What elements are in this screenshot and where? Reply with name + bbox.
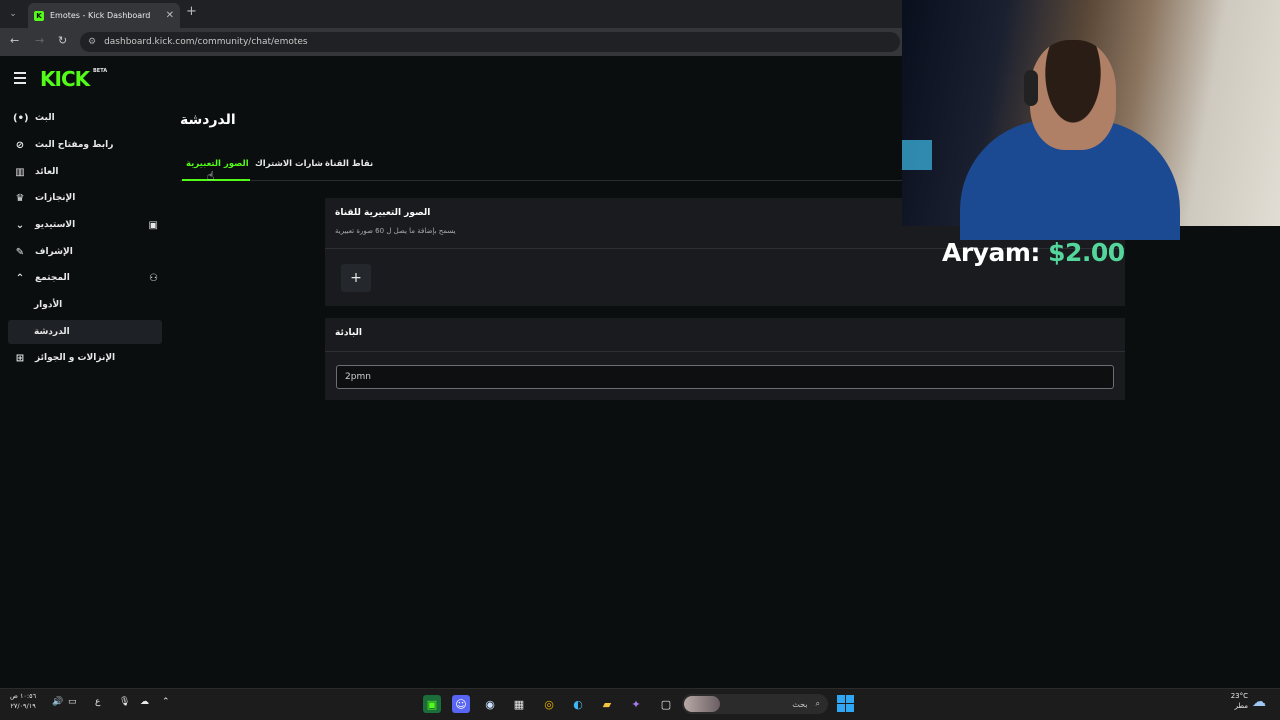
sidebar-item-label: البث: [35, 113, 55, 123]
tab-emotes[interactable]: الصور التعبيرية: [186, 159, 249, 169]
prefix-input[interactable]: 2pmn: [336, 365, 1114, 389]
kick-app-icon[interactable]: ▣: [423, 695, 441, 713]
sidebar-item-label: العائد: [35, 167, 59, 177]
onedrive-icon[interactable]: ☁: [140, 697, 149, 707]
url-text: dashboard.kick.com/community/chat/emotes: [104, 37, 308, 47]
webcam-streamer-head: [1030, 40, 1116, 150]
browser-tab[interactable]: K Emotes - Kick Dashboard ✕: [28, 3, 180, 28]
menu-icon[interactable]: [14, 72, 26, 87]
community-icon: ⚇: [149, 272, 158, 284]
file-explorer-icon[interactable]: ▰: [598, 695, 616, 713]
page-title: الدردشة: [180, 112, 236, 128]
copilot-icon[interactable]: ✦: [627, 695, 645, 713]
language-indicator[interactable]: ع: [95, 697, 100, 707]
link-icon: ⊘: [15, 139, 25, 151]
tray-chevron-up-icon[interactable]: ⌃: [162, 697, 170, 707]
chevron-down-icon: ⌄: [15, 219, 25, 231]
webcam-background-monitor: [902, 140, 932, 170]
tab-subscriber-badges[interactable]: شارات الاشتراك: [255, 159, 323, 169]
display-icon[interactable]: ▭: [68, 697, 77, 707]
rain-cloud-icon: ☁: [1252, 694, 1266, 710]
new-tab-button[interactable]: +: [186, 4, 197, 19]
close-tab-icon[interactable]: ✕: [166, 10, 174, 21]
broadcast-icon: (•): [13, 112, 29, 124]
mouse-pointer-icon: ☝: [207, 169, 215, 183]
discord-icon[interactable]: ☺: [452, 695, 470, 713]
forward-icon[interactable]: →: [35, 34, 44, 47]
tabs-divider: [180, 180, 902, 181]
active-tab-indicator: [182, 179, 250, 181]
prefix-title: البادئة: [335, 328, 362, 338]
back-icon[interactable]: ←: [10, 34, 19, 47]
drops-icon: ⊞: [15, 352, 25, 364]
microphone-icon[interactable]: 🎙: [119, 697, 130, 707]
wrench-icon: ✎: [15, 246, 25, 258]
channel-emotes-subtitle: يسمح بإضافة ما يصل ل 60 صورة تعبيرية: [335, 227, 456, 235]
sidebar-item-label: الإنجازات: [35, 193, 76, 203]
donor-name: Aryam:: [942, 238, 1040, 267]
tab-channel-points[interactable]: نقاط القناة: [325, 159, 373, 169]
kick-favicon-icon: K: [34, 10, 44, 21]
sidebar-item-chat[interactable]: الدردشة: [8, 320, 162, 344]
tab-title: Emotes - Kick Dashboard: [50, 11, 151, 20]
search-highlight-image: [684, 696, 720, 712]
chart-icon: ▥: [15, 166, 25, 178]
tab-search-dropdown[interactable]: ⌄: [4, 5, 22, 23]
steam-icon[interactable]: ◉: [481, 695, 499, 713]
channel-emotes-title: الصور التعبيرية للقناة: [335, 208, 431, 218]
sidebar-item-stream-key[interactable]: ⊘ رابط ومفتاح البث: [8, 133, 164, 157]
weather-widget[interactable]: 23°C مطر: [1226, 691, 1248, 711]
studio-icon: ▣: [148, 219, 158, 231]
sidebar-item-drops[interactable]: ⊞ الإنزالات و الجوائز: [8, 346, 164, 370]
sidebar-item-roles[interactable]: الأدوار: [8, 293, 162, 317]
clock-date: ٢٧/٠٩/١٩: [10, 702, 36, 710]
sidebar-item-revenue[interactable]: ▥ العائد: [8, 160, 164, 184]
sidebar-item-studio[interactable]: ⌄ الاستيديو ▣: [8, 213, 164, 237]
donation-amount: $2.00: [1048, 238, 1125, 267]
weather-temp: 23°C: [1230, 692, 1248, 700]
sidebar-item-label: الإنزالات و الجوائز: [35, 353, 116, 363]
clock-time: ١٠:٥٦ ص: [10, 692, 37, 700]
sidebar-item-community[interactable]: ⌃ المجتمع ⚇: [8, 266, 164, 290]
sidebar-item-label: الإشراف: [35, 247, 73, 257]
add-emote-button[interactable]: +: [341, 264, 371, 292]
url-bar[interactable]: ⚙ dashboard.kick.com/community/chat/emot…: [80, 32, 900, 52]
card-divider: [325, 351, 1125, 352]
chrome-icon[interactable]: ◎: [540, 695, 558, 713]
edge-icon[interactable]: ◐: [569, 695, 587, 713]
donation-alert: Aryam: $2.00: [942, 238, 1125, 267]
search-icon: ⌕: [815, 699, 820, 708]
volume-icon[interactable]: 🔊: [52, 697, 63, 707]
reload-icon[interactable]: ↻: [58, 34, 67, 47]
headset-icon: [1024, 70, 1038, 106]
sidebar-item-label: الاستيديو: [35, 220, 76, 230]
search-label: بحث: [792, 699, 808, 709]
kick-logo[interactable]: KICK: [40, 67, 90, 91]
beta-badge: BETA: [93, 68, 108, 74]
sidebar-item-label: رابط ومفتاح البث: [35, 140, 114, 150]
task-view-icon[interactable]: ▢: [657, 695, 675, 713]
site-info-icon[interactable]: ⚙: [88, 37, 96, 47]
windows-start-icon[interactable]: [837, 695, 854, 712]
sidebar-item-stream[interactable]: (•) البث: [8, 106, 164, 130]
sidebar-item-moderation[interactable]: ✎ الإشراف: [8, 240, 164, 264]
trophy-icon: ♛: [15, 192, 25, 204]
weather-text: مطر: [1234, 702, 1248, 710]
taskbar-search[interactable]: بحث ⌕: [682, 694, 828, 714]
taskbar-clock[interactable]: ١٠:٥٦ ص ٢٧/٠٩/١٩: [10, 691, 36, 711]
store-icon[interactable]: ▦: [510, 695, 528, 713]
sidebar-item-achievements[interactable]: ♛ الإنجازات: [8, 186, 164, 210]
chevron-up-icon: ⌃: [15, 272, 25, 284]
sidebar-item-label: المجتمع: [35, 273, 70, 283]
